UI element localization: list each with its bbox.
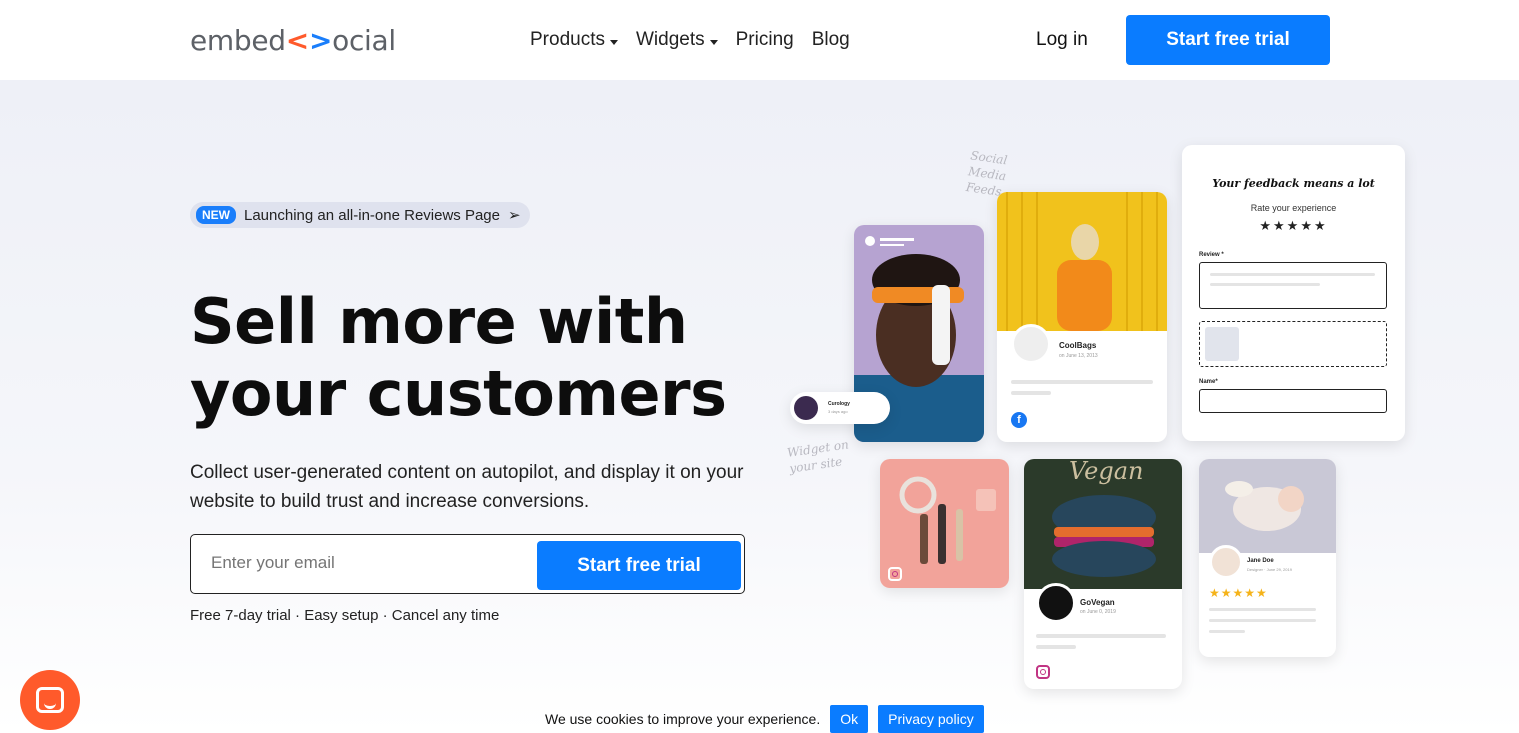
announcement-pill[interactable]: NEW Launching an all-in-one Reviews Page… [190,202,530,228]
feedback-form-card: Your feedback means a lot Rate your expe… [1182,145,1405,441]
review-card: Jane Doe Designer · June 29, 2019 ★★★★★ [1199,459,1336,657]
jane-doe-avatar [1209,545,1243,579]
hero-subtitle: Collect user-generated content on autopi… [190,462,744,512]
email-signup-form: Start free trial [190,534,745,594]
cookie-ok-button[interactable]: Ok [830,705,869,733]
coolbags-photo [997,192,1167,331]
nav-blog-label: Blog [811,29,850,50]
header-start-trial-button[interactable]: Start free trial [1126,15,1330,65]
review-photo [1199,459,1336,553]
chat-icon [36,687,64,713]
coolbags-date: on June 13, 2013 [1059,353,1098,359]
nav-blog[interactable]: Blog [812,29,850,51]
form-title: Your feedback means a lot [1212,177,1375,190]
instagram-icon [1036,665,1050,679]
text-placeholder-line [1036,634,1166,638]
review-star-rating: ★★★★★ [1209,586,1268,600]
story-user-chip: Curology 3 days ago [790,392,890,424]
curology-avatar [794,396,818,420]
text-placeholder-line [1209,630,1245,633]
trial-fine-print: Free 7-day trial · Easy setup · Cancel a… [190,607,500,624]
announcement-text: Launching an all-in-one Reviews Page [244,206,500,224]
login-link[interactable]: Log in [1036,29,1088,51]
logo-bracket-right: > [308,24,333,57]
coolbags-avatar [1011,324,1051,364]
embedsocial-logo[interactable]: embed<>ocial [190,24,396,57]
chevron-down-icon [609,39,618,45]
vegan-photo-text: Vegan [1069,459,1143,485]
story-user-time: 3 days ago [828,409,848,414]
chat-launcher-button[interactable] [20,670,80,730]
reviewer-name: Jane Doe [1247,558,1274,564]
hero-start-trial-button[interactable]: Start free trial [537,541,741,590]
text-placeholder-line [1011,380,1153,384]
new-badge: NEW [196,206,236,224]
hero-title-line1: Sell more with [190,285,688,358]
text-placeholder-line [1209,608,1316,611]
coolbags-post-card: CoolBags on June 13, 2013 f [997,192,1167,442]
form-review-field [1199,262,1387,309]
send-arrow-icon: ➢ [508,207,521,224]
text-placeholder-line [1209,619,1316,622]
logo-bracket-left: < [285,24,309,57]
nav-pricing[interactable]: Pricing [736,29,794,51]
facebook-icon: f [1011,412,1027,428]
cookie-banner: We use cookies to improve your experienc… [545,705,984,733]
form-name-label: Name* [1199,379,1218,385]
cookie-text: We use cookies to improve your experienc… [545,711,821,727]
text-placeholder-line [1036,645,1076,649]
nav-pricing-label: Pricing [735,29,794,50]
nav-widgets-label: Widgets [635,29,705,50]
email-input[interactable] [211,553,511,573]
reviewer-role: Designer · June 29, 2019 [1247,567,1292,572]
govegan-avatar [1036,583,1076,623]
text-placeholder-line [1210,273,1375,276]
text-placeholder-line [1011,391,1051,395]
form-rate-label: Rate your experience [1250,203,1337,213]
form-name-field [1199,389,1387,413]
govegan-date: on June 0, 2019 [1080,609,1116,615]
site-header: embed<>ocial Products Widgets Pricing Bl… [0,0,1519,80]
text-placeholder-line [1210,283,1320,286]
main-nav: Products Widgets Pricing Blog [530,29,850,51]
form-upload-field [1199,321,1387,367]
nav-products-label: Products [530,29,605,50]
govegan-name: GoVegan [1080,598,1115,607]
form-star-rating: ★★★★★ [1259,218,1328,233]
privacy-policy-button[interactable]: Privacy policy [878,705,984,733]
coolbags-name: CoolBags [1059,341,1097,350]
govegan-post-card: Vegan GoVegan on June 0, 2019 [1024,459,1182,689]
form-review-label: Review * [1199,252,1224,258]
nav-products[interactable]: Products [530,29,618,51]
logo-text-left: embed [190,24,286,57]
hero-title-line2: your customers [190,357,727,430]
story-user-name: Curology [828,401,850,407]
upload-thumbnail [1205,327,1239,361]
accessories-post-card [880,459,1009,588]
chevron-down-icon [709,39,718,45]
logo-text-right: ocial [332,24,396,57]
instagram-icon [888,567,902,581]
hero-title: Sell more with your customers [190,286,750,430]
nav-widgets[interactable]: Widgets [636,29,718,51]
govegan-photo: Vegan [1024,459,1182,589]
